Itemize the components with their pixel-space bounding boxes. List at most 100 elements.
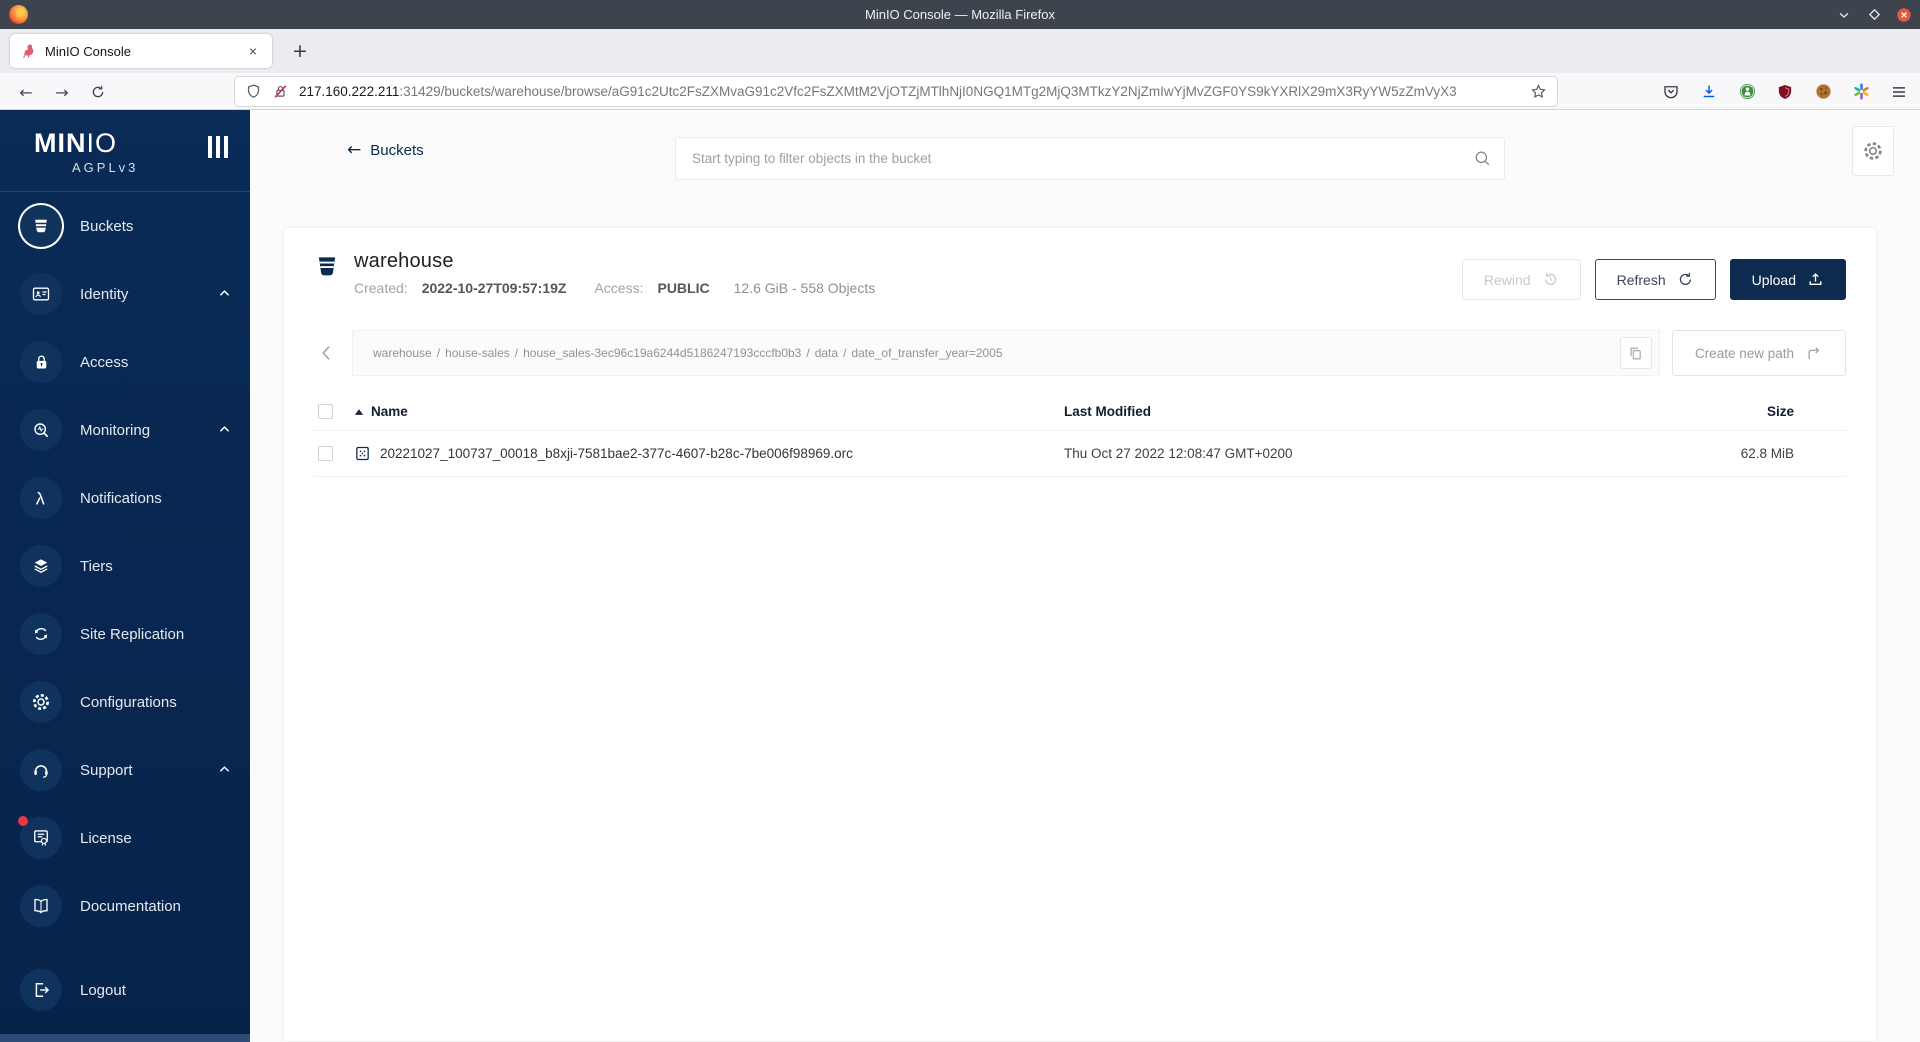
colorful-asterisk-extension-icon[interactable] — [1848, 79, 1874, 105]
rewind-label: Rewind — [1483, 271, 1531, 288]
breadcrumb-part[interactable]: date_of_transfer_year=2005 — [851, 346, 1002, 360]
configurations-gear-icon — [20, 681, 62, 723]
browser-toolbar: ← → 217.160.222.211:31429/buckets/wareho… — [0, 73, 1920, 110]
breadcrumb-part[interactable]: house_sales-3ec96c19a6244d5186247193cccf… — [523, 346, 801, 360]
bucket-name: warehouse — [354, 250, 454, 272]
rewind-button[interactable]: Rewind — [1461, 259, 1581, 300]
hamburger-menu-icon[interactable] — [1886, 79, 1912, 105]
breadcrumb-separator: / — [514, 346, 519, 360]
extension-green-icon[interactable] — [1734, 79, 1760, 105]
column-header-name[interactable]: Name — [354, 404, 1064, 419]
firefox-logo-icon — [9, 5, 28, 24]
ublock-origin-icon[interactable] — [1772, 79, 1798, 105]
url-fade — [1461, 79, 1521, 104]
breadcrumb-separator: / — [843, 346, 847, 360]
table-header-row: Name Last Modified Size — [314, 393, 1846, 431]
sidebar-item-tiers[interactable]: Tiers — [0, 532, 250, 600]
monitoring-icon — [20, 409, 62, 451]
bookmark-star-icon[interactable] — [1530, 83, 1547, 100]
logout-icon — [20, 969, 62, 1011]
refresh-icon — [1679, 272, 1691, 286]
upload-label: Upload — [1751, 271, 1796, 288]
back-to-buckets-link[interactable]: ← Buckets — [347, 140, 424, 160]
object-filter-input[interactable] — [675, 137, 1505, 180]
sort-ascending-icon — [354, 408, 364, 415]
window-minimize-button[interactable] — [1834, 5, 1854, 25]
sidebar-item-logout[interactable]: Logout — [0, 956, 250, 1024]
cookie-extension-icon[interactable] — [1810, 79, 1836, 105]
refresh-label: Refresh — [1616, 271, 1666, 288]
breadcrumb-part[interactable]: house-sales — [445, 346, 510, 360]
lambda-icon — [20, 477, 62, 519]
downloads-icon[interactable] — [1696, 79, 1722, 105]
column-header-size: Size — [1766, 404, 1794, 419]
path-back-button[interactable] — [314, 330, 340, 376]
sidebar-item-buckets[interactable]: Buckets — [0, 192, 250, 260]
main-content: ← Buckets Start typing to filter objects… — [250, 110, 1920, 1042]
sidebar-item-monitoring[interactable]: Monitoring — [0, 396, 250, 464]
sidebar-item-support[interactable]: Support — [0, 736, 250, 804]
tab-bar: MinIO Console × + — [0, 29, 1920, 73]
new-tab-button[interactable]: + — [286, 37, 314, 65]
sidebar-collapse-button[interactable] — [208, 136, 228, 158]
url-bar[interactable]: 217.160.222.211:31429/buckets/warehouse/… — [235, 77, 1557, 106]
tab-close-button[interactable]: × — [244, 43, 262, 59]
minio-logo: MINIO — [34, 128, 117, 159]
reload-button[interactable] — [84, 78, 112, 106]
breadcrumb-separator: / — [436, 346, 441, 360]
object-name-cell[interactable]: 20221027_100737_00018_b8xji-7581bae2-377… — [354, 445, 1064, 462]
breadcrumb-part[interactable]: data — [815, 346, 838, 360]
insecure-lock-icon[interactable] — [272, 83, 289, 100]
refresh-button[interactable]: Refresh — [1594, 259, 1716, 300]
sidebar-item-notifications[interactable]: Notifications — [0, 464, 250, 532]
sidebar-item-access[interactable]: Access — [0, 328, 250, 396]
back-label: Buckets — [370, 142, 424, 159]
object-row[interactable]: 20221027_100737_00018_b8xji-7581bae2-377… — [314, 431, 1846, 477]
breadcrumb-part[interactable]: warehouse — [373, 346, 432, 360]
access-label: Access: — [594, 280, 644, 296]
license-alert-badge — [18, 816, 28, 826]
sidebar-item-site-replication[interactable]: Site Replication — [0, 600, 250, 668]
create-path-icon — [1808, 346, 1820, 359]
window-close-button[interactable] — [1894, 5, 1914, 25]
create-new-path-button[interactable]: Create new path — [1671, 330, 1846, 376]
support-headset-icon — [20, 749, 62, 791]
upload-icon — [1809, 273, 1822, 285]
window-controls — [1834, 0, 1914, 29]
create-path-label: Create new path — [1694, 345, 1794, 361]
documentation-book-icon — [20, 885, 62, 927]
window-maximize-button[interactable] — [1864, 5, 1884, 25]
window-title: MinIO Console — Mozilla Firefox — [865, 7, 1055, 22]
breadcrumb-separator: / — [806, 346, 810, 360]
copy-path-button[interactable] — [1619, 337, 1652, 369]
row-checkbox[interactable] — [318, 446, 333, 461]
browse-card: warehouse Created: 2022-10-27T09:57:19Z … — [283, 227, 1877, 1042]
pocket-icon[interactable] — [1658, 79, 1684, 105]
bucket-settings-gear-button[interactable] — [1852, 126, 1894, 176]
object-modified: Thu Oct 27 2022 12:08:47 GMT+0200 — [1064, 446, 1293, 461]
upload-button[interactable]: Upload — [1729, 259, 1846, 300]
sidebar-item-identity[interactable]: Identity — [0, 260, 250, 328]
chevron-up-icon — [219, 425, 230, 433]
sidebar-item-license[interactable]: License — [0, 804, 250, 872]
back-button[interactable]: ← — [12, 78, 40, 106]
minio-favicon-flamingo-icon — [23, 44, 34, 58]
page-header: ← Buckets — [250, 110, 1920, 196]
back-arrow-icon: ← — [347, 140, 362, 160]
copy-icon — [1631, 347, 1642, 359]
forward-button[interactable]: → — [48, 78, 76, 106]
minio-console: MINIO AGPLv3 Buckets Identity Access Mon… — [0, 110, 1920, 1042]
tracking-shield-icon[interactable] — [245, 83, 262, 100]
logo-bold: MIN — [34, 128, 87, 158]
url-path: :31429/buckets/warehouse/browse/aG91c2Ut… — [399, 84, 1457, 99]
buckets-icon — [20, 205, 62, 247]
bucket-icon — [314, 253, 340, 300]
bucket-usage: 12.6 GiB - 558 Objects — [733, 280, 876, 296]
object-name: 20221027_100737_00018_b8xji-7581bae2-377… — [380, 446, 853, 461]
sidebar-item-documentation[interactable]: Documentation — [0, 872, 250, 940]
sidebar-item-configurations[interactable]: Configurations — [0, 668, 250, 736]
select-all-checkbox[interactable] — [318, 404, 333, 419]
edition-label: AGPLv3 — [72, 160, 139, 175]
browser-tab-minio-console[interactable]: MinIO Console × — [10, 34, 272, 68]
created-label: Created: — [354, 280, 408, 296]
